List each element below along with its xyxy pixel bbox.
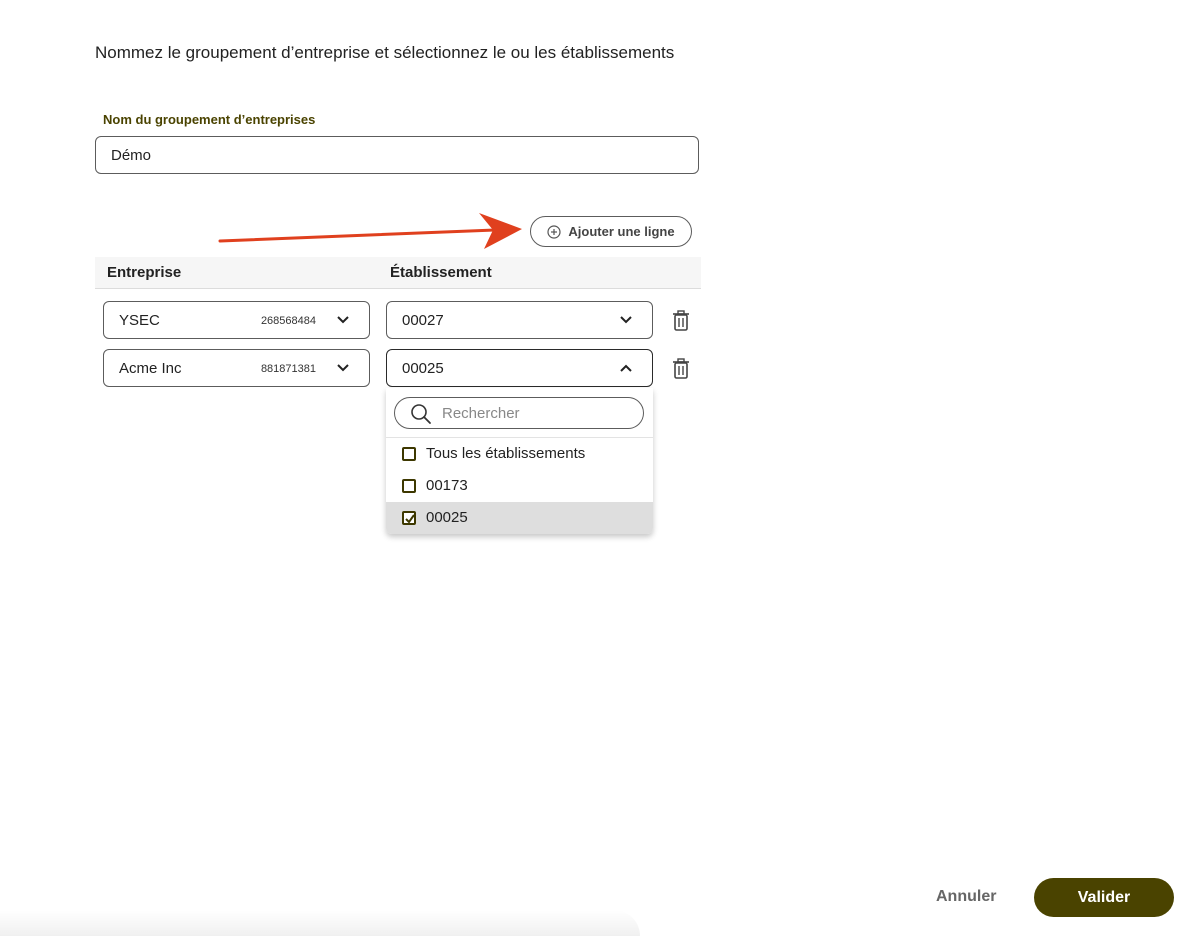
table-header: Entreprise Établissement	[95, 257, 701, 289]
chevron-up-icon	[620, 364, 632, 372]
establishment-dropdown: Rechercher Tous les établissements 00173…	[386, 388, 653, 534]
company-siren: 268568484	[260, 315, 316, 327]
checkbox-unchecked[interactable]	[402, 447, 416, 461]
company-name: Acme Inc	[119, 360, 182, 377]
delete-row-trash-icon[interactable]	[671, 310, 691, 337]
add-line-label: Ajouter une ligne	[568, 224, 675, 239]
company-select[interactable]: YSEC 268568484	[103, 301, 370, 339]
annotation-arrow	[218, 213, 522, 249]
chevron-down-icon	[337, 364, 349, 372]
company-name: YSEC	[119, 312, 160, 329]
group-name-input[interactable]: Démo	[95, 136, 699, 174]
establishment-select[interactable]: 00027	[386, 301, 653, 339]
checkbox-unchecked[interactable]	[402, 479, 416, 493]
column-header-company: Entreprise	[107, 264, 182, 281]
company-select[interactable]: Acme Inc 881871381	[103, 349, 370, 387]
search-icon	[411, 404, 431, 424]
page-instructions: Nommez le groupement d’entreprise et sél…	[95, 43, 675, 62]
establishment-select-open[interactable]: 00025	[386, 349, 653, 387]
option-label: 00025	[426, 509, 468, 526]
column-header-establishment: Établissement	[390, 264, 492, 281]
bottom-shadow	[0, 910, 640, 936]
chevron-down-icon	[620, 316, 632, 324]
option-establishment[interactable]: 00173	[386, 470, 653, 502]
validate-button[interactable]: Valider	[1034, 878, 1174, 917]
company-siren: 881871381	[260, 363, 316, 375]
option-all-establishments[interactable]: Tous les établissements	[386, 438, 653, 470]
chevron-down-icon	[337, 316, 349, 324]
option-label: 00173	[426, 477, 468, 494]
search-placeholder: Rechercher	[442, 405, 520, 422]
add-line-button[interactable]: Ajouter une ligne	[530, 216, 692, 247]
checkmark-icon	[405, 514, 415, 524]
cancel-button[interactable]: Annuler	[936, 888, 996, 906]
establishment-value: 00025	[402, 360, 444, 377]
option-establishment-selected[interactable]: 00025	[386, 502, 653, 534]
plus-circle-icon	[547, 224, 562, 239]
dropdown-search-input[interactable]: Rechercher	[394, 397, 644, 429]
delete-row-trash-icon[interactable]	[671, 358, 691, 385]
option-label: Tous les établissements	[426, 445, 586, 462]
establishment-value: 00027	[402, 312, 444, 329]
group-name-label: Nom du groupement d’entreprises	[103, 112, 316, 127]
checkbox-checked[interactable]	[402, 511, 416, 525]
